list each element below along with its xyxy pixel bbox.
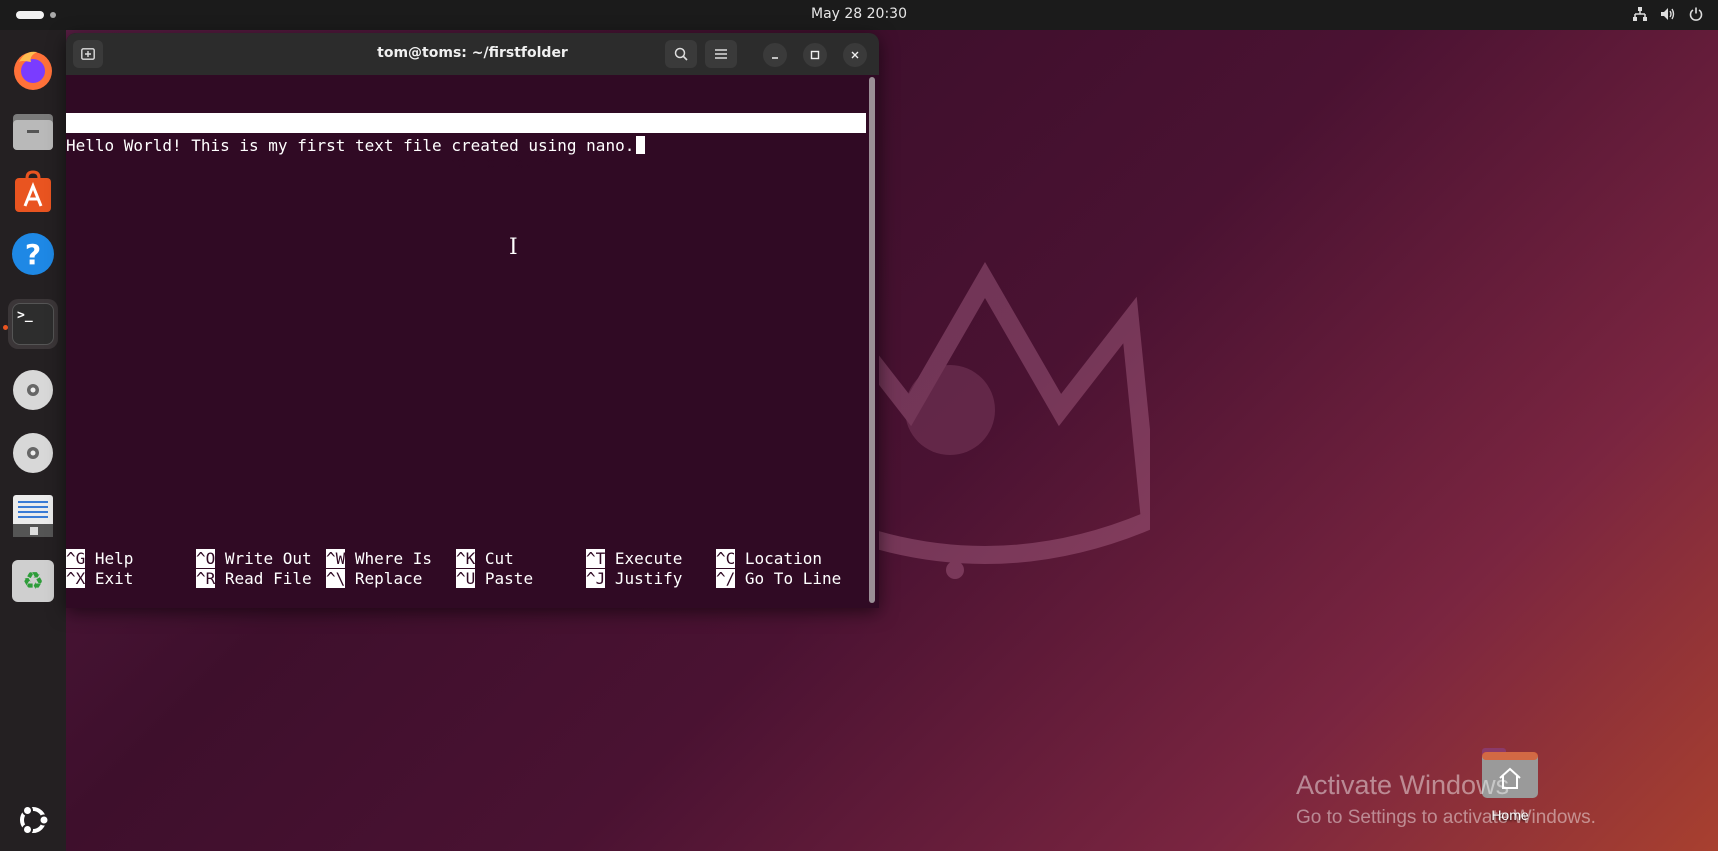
dock-item-help[interactable]: ? — [8, 229, 58, 279]
ibeam-cursor-icon: I — [509, 235, 518, 260]
terminal-content[interactable]: GNU nano 7.2 hello.txt * Hello World! Th… — [66, 75, 879, 608]
activation-watermark: Activate Windows Go to Settings to activ… — [1296, 770, 1596, 829]
shortcut-read-file: ^R Read File — [196, 569, 312, 588]
minimize-icon — [772, 57, 778, 59]
shortcut-location: ^C Location — [716, 549, 822, 568]
minimize-button[interactable] — [763, 43, 787, 67]
shortcut-paste: ^U Paste — [456, 569, 534, 588]
shortcut-exit: ^X Exit — [66, 569, 134, 588]
maximize-button[interactable] — [803, 43, 827, 67]
show-apps-button[interactable] — [8, 795, 58, 845]
shortcut-execute: ^T Execute — [586, 549, 683, 568]
files-icon — [13, 114, 53, 150]
ubuntu-logo-icon — [20, 805, 50, 835]
shortcut-justify: ^J Justify — [586, 569, 683, 588]
dock-item-app-center[interactable] — [8, 167, 58, 217]
maximize-icon — [810, 50, 820, 60]
dock-item-firefox[interactable] — [8, 45, 58, 95]
trash-icon: ♻ — [12, 560, 54, 602]
top-bar: May 28 20:30 — [0, 0, 1718, 30]
terminal-icon: >_ — [12, 303, 54, 345]
watermark-title: Activate Windows — [1296, 770, 1510, 800]
dock: ? >_ ♻ — [0, 30, 66, 851]
dock-item-terminal[interactable]: >_ — [8, 299, 58, 349]
menu-button[interactable] — [705, 40, 737, 68]
terminal-scrollbar[interactable] — [869, 77, 875, 603]
watermark-subtitle: Go to Settings to activate Windows. — [1296, 807, 1596, 828]
system-menu[interactable] — [1632, 6, 1704, 22]
shortcut-cut: ^K Cut — [456, 549, 514, 568]
search-icon — [674, 47, 688, 61]
editor-text-line[interactable]: Hello World! This is my first text file … — [66, 135, 646, 157]
window-title: tom@toms: ~/firstfolder — [377, 45, 568, 61]
shortcut-row: ^G Help ^O Write Out ^W Where Is ^K Cut … — [66, 549, 866, 569]
shortcut-help: ^G Help — [66, 549, 134, 568]
shortcut-go-to-line: ^/ Go To Line — [716, 569, 842, 588]
dock-item-files[interactable] — [8, 106, 58, 156]
volume-icon — [1660, 6, 1676, 22]
help-icon: ? — [12, 233, 54, 275]
shortcut-replace: ^\ Replace — [326, 569, 423, 588]
text-editor-icon — [13, 495, 53, 537]
nano-shortcut-bar: ^G Help ^O Write Out ^W Where Is ^K Cut … — [66, 549, 866, 589]
close-button[interactable] — [843, 43, 867, 67]
dock-item-text-editor[interactable] — [8, 491, 58, 541]
clock[interactable]: May 28 20:30 — [0, 6, 1718, 22]
firefox-icon — [14, 51, 52, 90]
hamburger-icon — [715, 49, 727, 59]
app-center-icon — [15, 170, 51, 212]
optical-disc-icon — [13, 433, 53, 473]
shortcut-where-is: ^W Where Is — [326, 549, 432, 568]
shortcut-row: ^X Exit ^R Read File ^\ Replace ^U Paste… — [66, 569, 866, 589]
nano-title-bar: GNU nano 7.2 hello.txt * — [66, 113, 866, 172]
text-cursor — [636, 136, 646, 154]
dock-item-disc-1[interactable] — [8, 365, 58, 415]
network-icon — [1632, 6, 1648, 22]
dock-item-trash[interactable]: ♻ — [8, 556, 58, 606]
power-icon — [1688, 6, 1704, 22]
optical-disc-icon — [13, 370, 53, 410]
close-icon — [851, 51, 859, 59]
dock-item-disc-2[interactable] — [8, 428, 58, 478]
terminal-window[interactable]: tom@toms: ~/firstfolder GNU nano 7.2 hel… — [66, 33, 879, 608]
shortcut-write-out: ^O Write Out — [196, 549, 312, 568]
search-button[interactable] — [665, 40, 697, 68]
editor-text: Hello World! This is my first text file … — [66, 136, 635, 155]
terminal-headerbar[interactable]: tom@toms: ~/firstfolder — [66, 33, 879, 75]
